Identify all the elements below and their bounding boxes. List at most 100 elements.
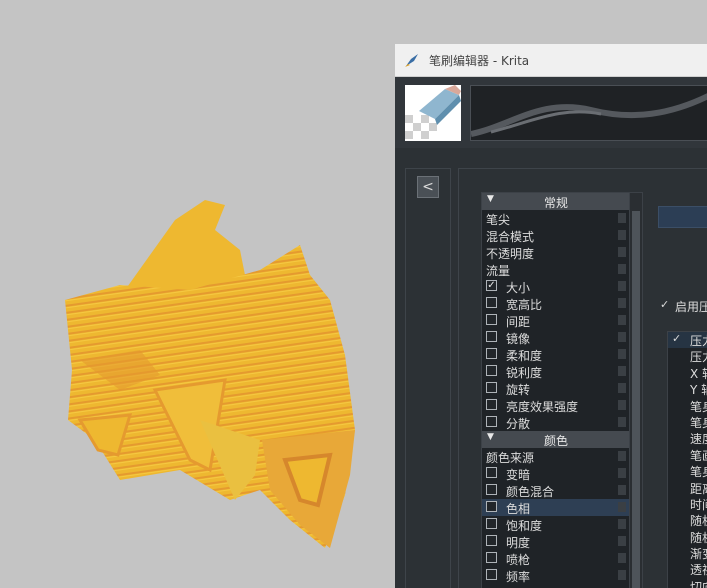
title-bar[interactable]: 笔刷编辑器 - Krita (395, 44, 707, 77)
option-label: 宽高比 (506, 298, 543, 312)
brush-options-list[interactable]: ▼ 常规 笔尖混合模式不透明度流量 ✓ 大小宽高比 间距镜像 柔和度 锐利度旋转 亮度效果强度分… (481, 192, 643, 588)
lock-icon[interactable] (618, 349, 626, 359)
option-row[interactable]: 宽高比 (482, 295, 642, 312)
option-row[interactable]: 明度 (482, 533, 642, 550)
lock-icon[interactable] (618, 570, 626, 580)
option-checkbox[interactable] (486, 297, 497, 308)
option-label: 旋转 (506, 383, 531, 397)
option-checkbox[interactable] (486, 569, 497, 580)
option-checkbox[interactable] (486, 382, 497, 393)
scrollbar-thumb[interactable] (632, 211, 640, 588)
sensor-label: 笔身 (690, 465, 707, 480)
option-row[interactable]: 变暗 (482, 465, 642, 482)
category-header[interactable]: ▼ 常规 (482, 193, 642, 210)
lock-icon[interactable] (618, 502, 626, 512)
option-row[interactable]: ✓ 大小 (482, 278, 642, 295)
sensor-row[interactable]: X 轴 (668, 365, 707, 381)
option-label: 镜像 (506, 332, 531, 346)
sensor-row[interactable]: 切向 (668, 578, 707, 588)
option-checkbox[interactable] (486, 501, 497, 512)
option-row[interactable]: 镜像 (482, 329, 642, 346)
sensor-row[interactable]: 笔身 (668, 463, 707, 479)
lock-icon[interactable] (618, 281, 626, 291)
option-row[interactable]: 柔和度 (482, 346, 642, 363)
option-row[interactable]: 颜色来源 (482, 448, 642, 465)
chevron-left-icon[interactable]: < (417, 176, 439, 198)
option-label: 不透明度 (486, 247, 535, 261)
option-row[interactable]: 笔尖 (482, 210, 642, 227)
eraser-preset-icon[interactable] (405, 85, 461, 141)
option-row[interactable]: 喷枪 (482, 550, 642, 567)
option-row[interactable]: 不透明度 (482, 244, 642, 261)
option-checkbox[interactable] (486, 552, 497, 563)
category-header[interactable]: ▼ 颜色 (482, 431, 642, 448)
sensor-list[interactable]: ✓压力压力X 轴Y 轴笔身笔身速度笔画笔身距离时间随机随机渐变透视切向 (667, 331, 707, 588)
option-row[interactable]: 频率 (482, 567, 642, 584)
sensor-row[interactable]: 速度 (668, 430, 707, 446)
option-row[interactable]: 色相 (482, 499, 642, 516)
sensor-row[interactable]: 笔画 (668, 447, 707, 463)
lock-icon[interactable] (618, 366, 626, 376)
sensor-row[interactable]: 透视 (668, 561, 707, 577)
sensor-label: 笔身 (690, 415, 707, 430)
option-label: 流量 (486, 264, 511, 278)
option-row[interactable]: 饱和度 (482, 516, 642, 533)
option-row[interactable]: 旋转 (482, 380, 642, 397)
lock-icon[interactable] (618, 315, 626, 325)
lock-icon[interactable] (618, 213, 626, 223)
sensor-row[interactable]: 随机 (668, 512, 707, 528)
option-row[interactable]: 混合模式 (482, 227, 642, 244)
option-label: 分散 (506, 417, 531, 431)
option-row[interactable]: 分散 (482, 414, 642, 431)
option-label: 变暗 (506, 468, 531, 482)
lock-icon[interactable] (618, 519, 626, 529)
option-checkbox[interactable] (486, 416, 497, 427)
lock-icon[interactable] (618, 383, 626, 393)
lock-icon[interactable] (618, 264, 626, 274)
option-row[interactable]: 流量 (482, 261, 642, 278)
brush-editor-window[interactable]: 笔刷编辑器 - Krita < ▼常规笔尖混合模式不透明度流量✓大 (395, 44, 707, 588)
option-checkbox[interactable] (486, 399, 497, 410)
lock-icon[interactable] (618, 553, 626, 563)
option-checkbox[interactable] (486, 467, 497, 478)
lock-icon[interactable] (618, 298, 626, 308)
option-checkbox[interactable] (486, 314, 497, 325)
lock-icon[interactable] (618, 230, 626, 240)
sensor-row[interactable]: Y 轴 (668, 381, 707, 397)
option-checkbox[interactable] (486, 518, 497, 529)
lock-icon[interactable] (618, 400, 626, 410)
sensor-row[interactable]: ✓ 压力 (668, 332, 707, 349)
option-checkbox[interactable] (486, 348, 497, 359)
lock-icon[interactable] (618, 468, 626, 478)
option-checkbox[interactable] (486, 365, 497, 376)
option-row[interactable]: 颜色混合 (482, 482, 642, 499)
sensor-row[interactable]: 笔身 (668, 398, 707, 414)
options-scrollbar[interactable] (629, 193, 642, 588)
option-checkbox[interactable] (486, 331, 497, 342)
canvas-artwork[interactable] (0, 0, 395, 588)
sensor-row[interactable]: 随机 (668, 529, 707, 545)
lock-icon[interactable] (618, 536, 626, 546)
option-row[interactable]: 间距 (482, 312, 642, 329)
option-checkbox[interactable]: ✓ (486, 280, 497, 291)
lock-icon[interactable] (618, 417, 626, 427)
lock-icon[interactable] (618, 485, 626, 495)
option-checkbox[interactable] (486, 484, 497, 495)
lock-icon[interactable] (618, 451, 626, 461)
option-label: 混合模式 (486, 230, 535, 244)
sensor-row[interactable]: 时间 (668, 496, 707, 512)
enable-pressure-checkbox[interactable]: ✓ 启用压 (658, 298, 707, 314)
sensor-row[interactable]: 压力 (668, 348, 707, 364)
lock-icon[interactable] (618, 247, 626, 257)
option-row[interactable]: 亮度效果强度 (482, 397, 642, 414)
lock-icon[interactable] (618, 332, 626, 342)
sensor-row[interactable]: 距离 (668, 480, 707, 496)
option-label: 大小 (506, 281, 531, 295)
curve-preset-button[interactable] (658, 206, 707, 228)
sensor-row[interactable]: 笔身 (668, 414, 707, 430)
option-checkbox[interactable] (486, 535, 497, 546)
option-row[interactable]: 锐利度 (482, 363, 642, 380)
check-icon[interactable]: ✓ (672, 332, 681, 345)
brush-settings-panel: < ▼ 常规 笔尖混合模式不透明度流量 ✓ 大小宽高比 间距镜像 柔和度 锐利度旋转 亮度效果强… (395, 148, 707, 588)
sensor-row[interactable]: 渐变 (668, 545, 707, 561)
